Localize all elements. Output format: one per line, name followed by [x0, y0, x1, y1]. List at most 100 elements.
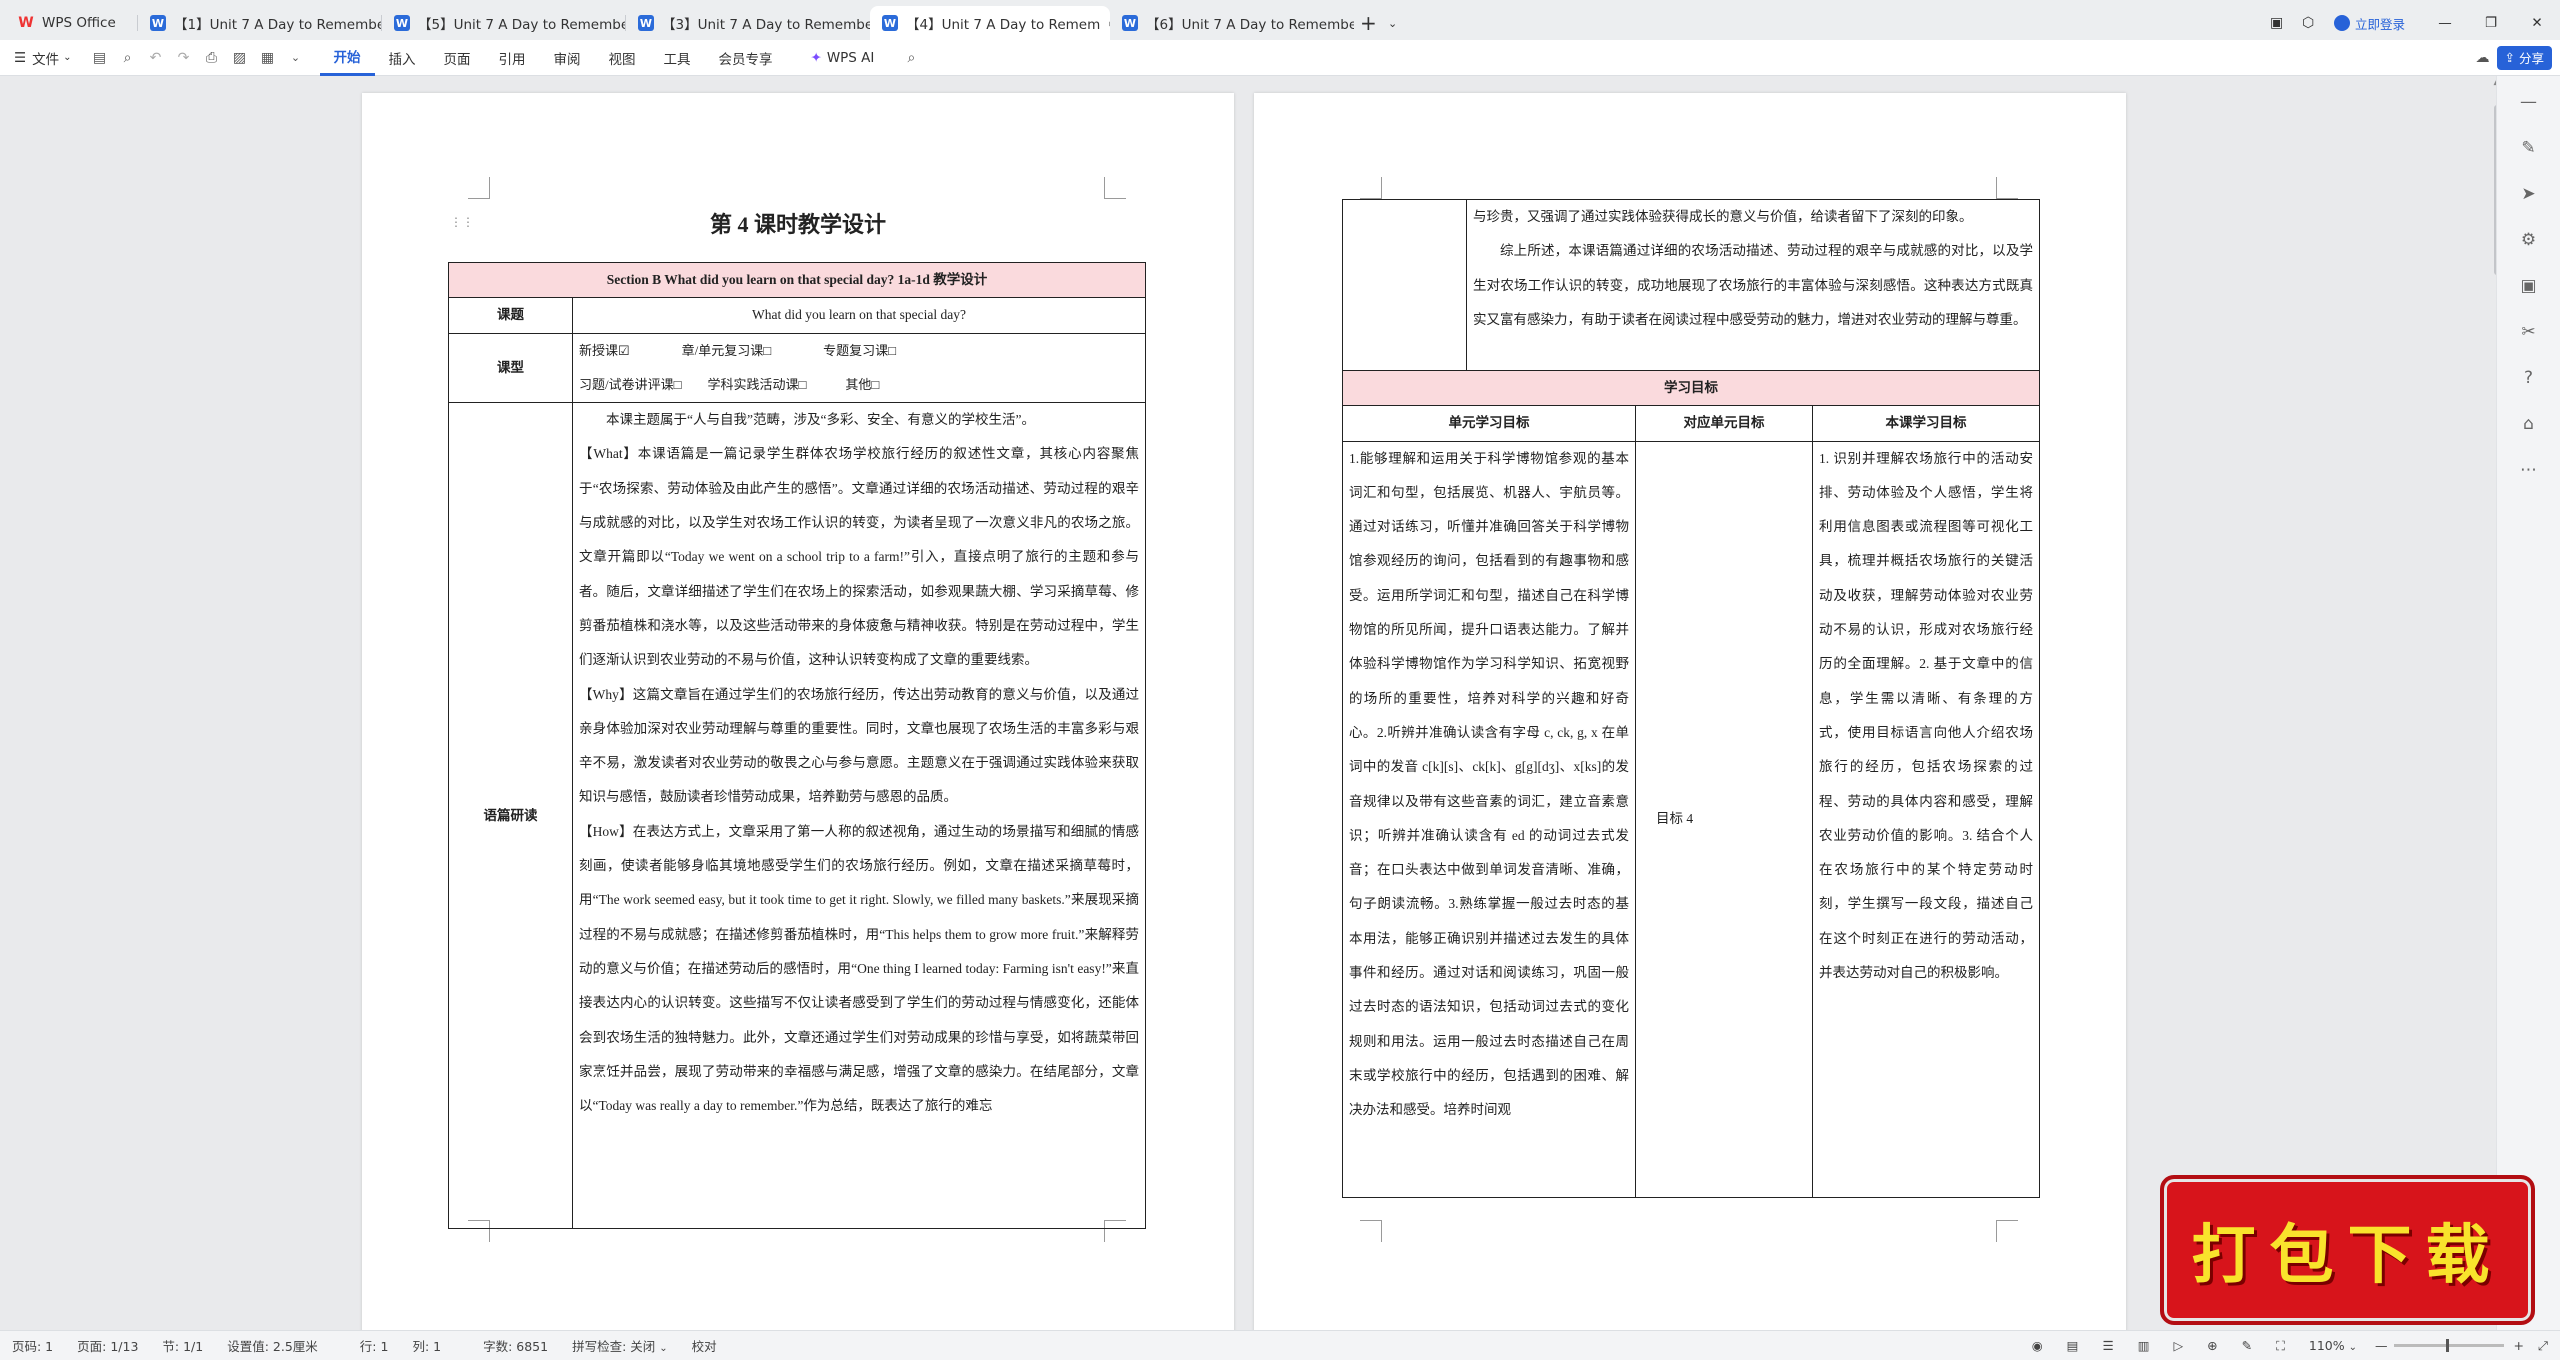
promo-text: 打包下载	[2191, 1218, 2504, 1293]
select-cursor-icon[interactable]: ➤	[2509, 174, 2549, 214]
eye-protect-icon[interactable]: ◉	[2020, 1338, 2055, 1353]
close-window-icon[interactable]: ✕	[2514, 6, 2560, 40]
new-tab-button[interactable]: +	[1354, 6, 1384, 40]
zoom-out-icon[interactable]: —	[2369, 1338, 2394, 1353]
fullscreen-icon[interactable]: ⤢	[2534, 1338, 2560, 1354]
layout-view-icon[interactable]: ▥	[2126, 1338, 2162, 1353]
menu-start[interactable]: 开始	[319, 40, 375, 76]
page-2[interactable]: 与珍贵，又强调了通过实践体验获得成长的意义与价值，给读者留下了深刻的印象。 综上…	[1254, 93, 2126, 1330]
section-status[interactable]: 节: 1/1	[150, 1336, 215, 1355]
cube-icon[interactable]: ⬡	[2290, 6, 2322, 40]
minimize-window-icon[interactable]: —	[2422, 6, 2468, 40]
page-code-status[interactable]: 页码: 1	[0, 1336, 65, 1355]
menu-insert[interactable]: 插入	[375, 40, 430, 76]
tab-doc-4[interactable]: W 【4】Unit 7 A Day to Remem ▭ ✕	[870, 6, 1110, 40]
menu-reference[interactable]: 引用	[485, 40, 540, 76]
format-painter-icon[interactable]: ⌕	[119, 49, 137, 67]
lesson-goals-cell: 1. 识别并理解农场旅行中的活动安排、劳动体验及个人感悟，学生将利用信息图表或流…	[1811, 440, 2041, 1198]
collapse-panel-icon[interactable]: —	[2509, 82, 2549, 122]
zoom-slider-handle[interactable]	[2445, 1339, 2449, 1352]
fit-window-icon[interactable]: ⛶	[2264, 1338, 2297, 1354]
tab-wps-office[interactable]: W WPS Office	[6, 6, 138, 40]
column-status[interactable]: 列: 1	[400, 1336, 453, 1355]
spell-check-status[interactable]: 拼写检查: 关闭 ⌄	[560, 1336, 680, 1355]
chevron-down-icon: ⌄	[659, 1343, 668, 1354]
tab-doc-6[interactable]: W 【6】Unit 7 A Day to Remember 教…	[1110, 6, 1354, 40]
chevron-down-icon: ⌄	[63, 52, 72, 63]
adjust-icon[interactable]: ⚙	[2509, 220, 2549, 260]
wps-ai-button[interactable]: ✦ WPS AI	[797, 40, 889, 76]
col-unit-goals: 单元学习目标	[1342, 405, 1636, 442]
image-icon[interactable]: ▦	[259, 49, 277, 67]
menu-view[interactable]: 视图	[595, 40, 650, 76]
file-label: 文件	[32, 51, 60, 68]
undo-icon[interactable]: ↶	[147, 49, 165, 67]
row-status[interactable]: 行: 1	[348, 1336, 401, 1355]
page-view-icon[interactable]: ▤	[2055, 1338, 2091, 1353]
chevron-down-icon: ⌄	[2348, 1342, 2357, 1353]
what-paragraph: 【What】本课语篇是一篇记录学生群体农场学校旅行经历的叙述性文章，其核心内容聚…	[579, 446, 1140, 668]
matching-goal-cell: 目标 4	[1635, 440, 1813, 1198]
page-1[interactable]: ⋮⋮ 第 4 课时教学设计 Section B What did you lea…	[362, 93, 1234, 1330]
topic-value: What did you learn on that special day?	[571, 297, 1147, 334]
word-count-status[interactable]: 字数: 6851	[471, 1336, 560, 1355]
play-icon[interactable]: ▷	[2162, 1338, 2196, 1353]
pen-mode-icon[interactable]: ✎	[2230, 1338, 2264, 1353]
menu-review[interactable]: 审阅	[540, 40, 595, 76]
login-button[interactable]: 立即登录	[2322, 6, 2422, 40]
tab-doc-3[interactable]: W 【3】Unit 7 A Day to Remember 教…	[626, 6, 870, 40]
word-doc-icon: W	[394, 15, 410, 31]
page-title: 第 4 课时教学设计	[709, 212, 886, 237]
outline-view-icon[interactable]: ☰	[2090, 1338, 2125, 1353]
save-icon[interactable]: ▤	[91, 49, 109, 67]
web-view-icon[interactable]: ⊕	[2195, 1338, 2229, 1353]
menu-member[interactable]: 会员专享	[705, 40, 787, 76]
redo-icon[interactable]: ↷	[175, 49, 193, 67]
export-pdf-icon[interactable]: ▨	[231, 49, 249, 67]
ai-sparkle-icon: ✦	[810, 49, 822, 66]
word-doc-icon: W	[150, 15, 166, 31]
tab-doc-1[interactable]: W 【1】Unit 7 A Day to Remember 教…	[138, 6, 382, 40]
share-label: 分享	[2518, 51, 2544, 66]
lesson-type-cell: 新授课☑ 章/单元复习课□ 专题复习课□ 习题/试卷讲评课□ 学科实践活动课□ …	[571, 332, 1147, 404]
share-button[interactable]: ⇪ 分享	[2496, 45, 2552, 70]
cloud-sync-icon[interactable]: ☁	[2474, 49, 2492, 67]
print-icon[interactable]: ⎙	[203, 49, 221, 67]
page-count-status[interactable]: 页面: 1/13	[65, 1336, 150, 1355]
intro-paragraph: 本课主题属于“人与自我”范畴，涉及“多彩、安全、有意义的学校生活”。	[606, 412, 1035, 428]
lesson-type-row: 新授课☑ 章/单元复习课□ 专题复习课□	[579, 342, 896, 358]
wps-logo-icon: W	[18, 15, 34, 31]
search-icon[interactable]: ⌕	[902, 49, 920, 67]
lesson-type-label: 课型	[448, 332, 573, 404]
download-promo-banner[interactable]: 打包下载	[2160, 1175, 2535, 1325]
col-matching-goal: 对应单元目标	[1635, 405, 1813, 442]
image-tool-icon[interactable]: ▣	[2509, 266, 2549, 306]
word-doc-icon: W	[1122, 15, 1138, 31]
zoom-level[interactable]: 110% ⌄	[2297, 1338, 2369, 1353]
more-icon[interactable]: ⋯	[2509, 450, 2549, 490]
proofread-status[interactable]: 校对	[680, 1336, 729, 1355]
word-doc-icon: W	[882, 15, 898, 31]
login-label: 立即登录	[2355, 16, 2406, 32]
file-menu[interactable]: ☰ 文件 ⌄	[0, 40, 86, 76]
more-chevron-icon[interactable]: ⌄	[287, 49, 305, 67]
tab-doc-5[interactable]: W 【5】Unit 7 A Day to Remember 教…	[382, 6, 626, 40]
summary-paragraph: 综上所述，本课语篇通过详细的农场活动描述、劳动过程的艰辛与成就感的对比，以及学生…	[1473, 243, 2033, 327]
wps-ai-label: WPS AI	[826, 49, 875, 66]
menu-page[interactable]: 页面	[430, 40, 485, 76]
restore-window-icon[interactable]: ❐	[2468, 6, 2514, 40]
tools-icon[interactable]: ✂	[2509, 312, 2549, 352]
tab-list-dropdown-icon[interactable]: ⌄	[1384, 6, 1408, 40]
help-icon[interactable]: ?	[2509, 358, 2549, 398]
col-lesson-goals: 本课学习目标	[1811, 405, 2041, 442]
text-analysis-content: 本课主题属于“人与自我”范畴，涉及“多彩、安全、有意义的学校生活”。 【What…	[571, 402, 1147, 1230]
continued-paragraph: 与珍贵，又强调了通过实践体验获得成长的意义与价值，给读者留下了深刻的印象。	[1473, 209, 1973, 224]
menu-tools[interactable]: 工具	[650, 40, 705, 76]
zoom-in-icon[interactable]: +	[2504, 1338, 2534, 1353]
zoom-slider[interactable]	[2393, 1339, 2504, 1352]
window-layout-icon[interactable]: ▣	[2258, 6, 2290, 40]
stamp-icon[interactable]: ⌂	[2509, 404, 2549, 444]
edit-pen-icon[interactable]: ✎	[2509, 128, 2549, 168]
setting-status[interactable]: 设置值: 2.5厘米	[215, 1336, 330, 1355]
document-workspace[interactable]: ⋮⋮ 第 4 课时教学设计 Section B What did you lea…	[0, 77, 2536, 1330]
